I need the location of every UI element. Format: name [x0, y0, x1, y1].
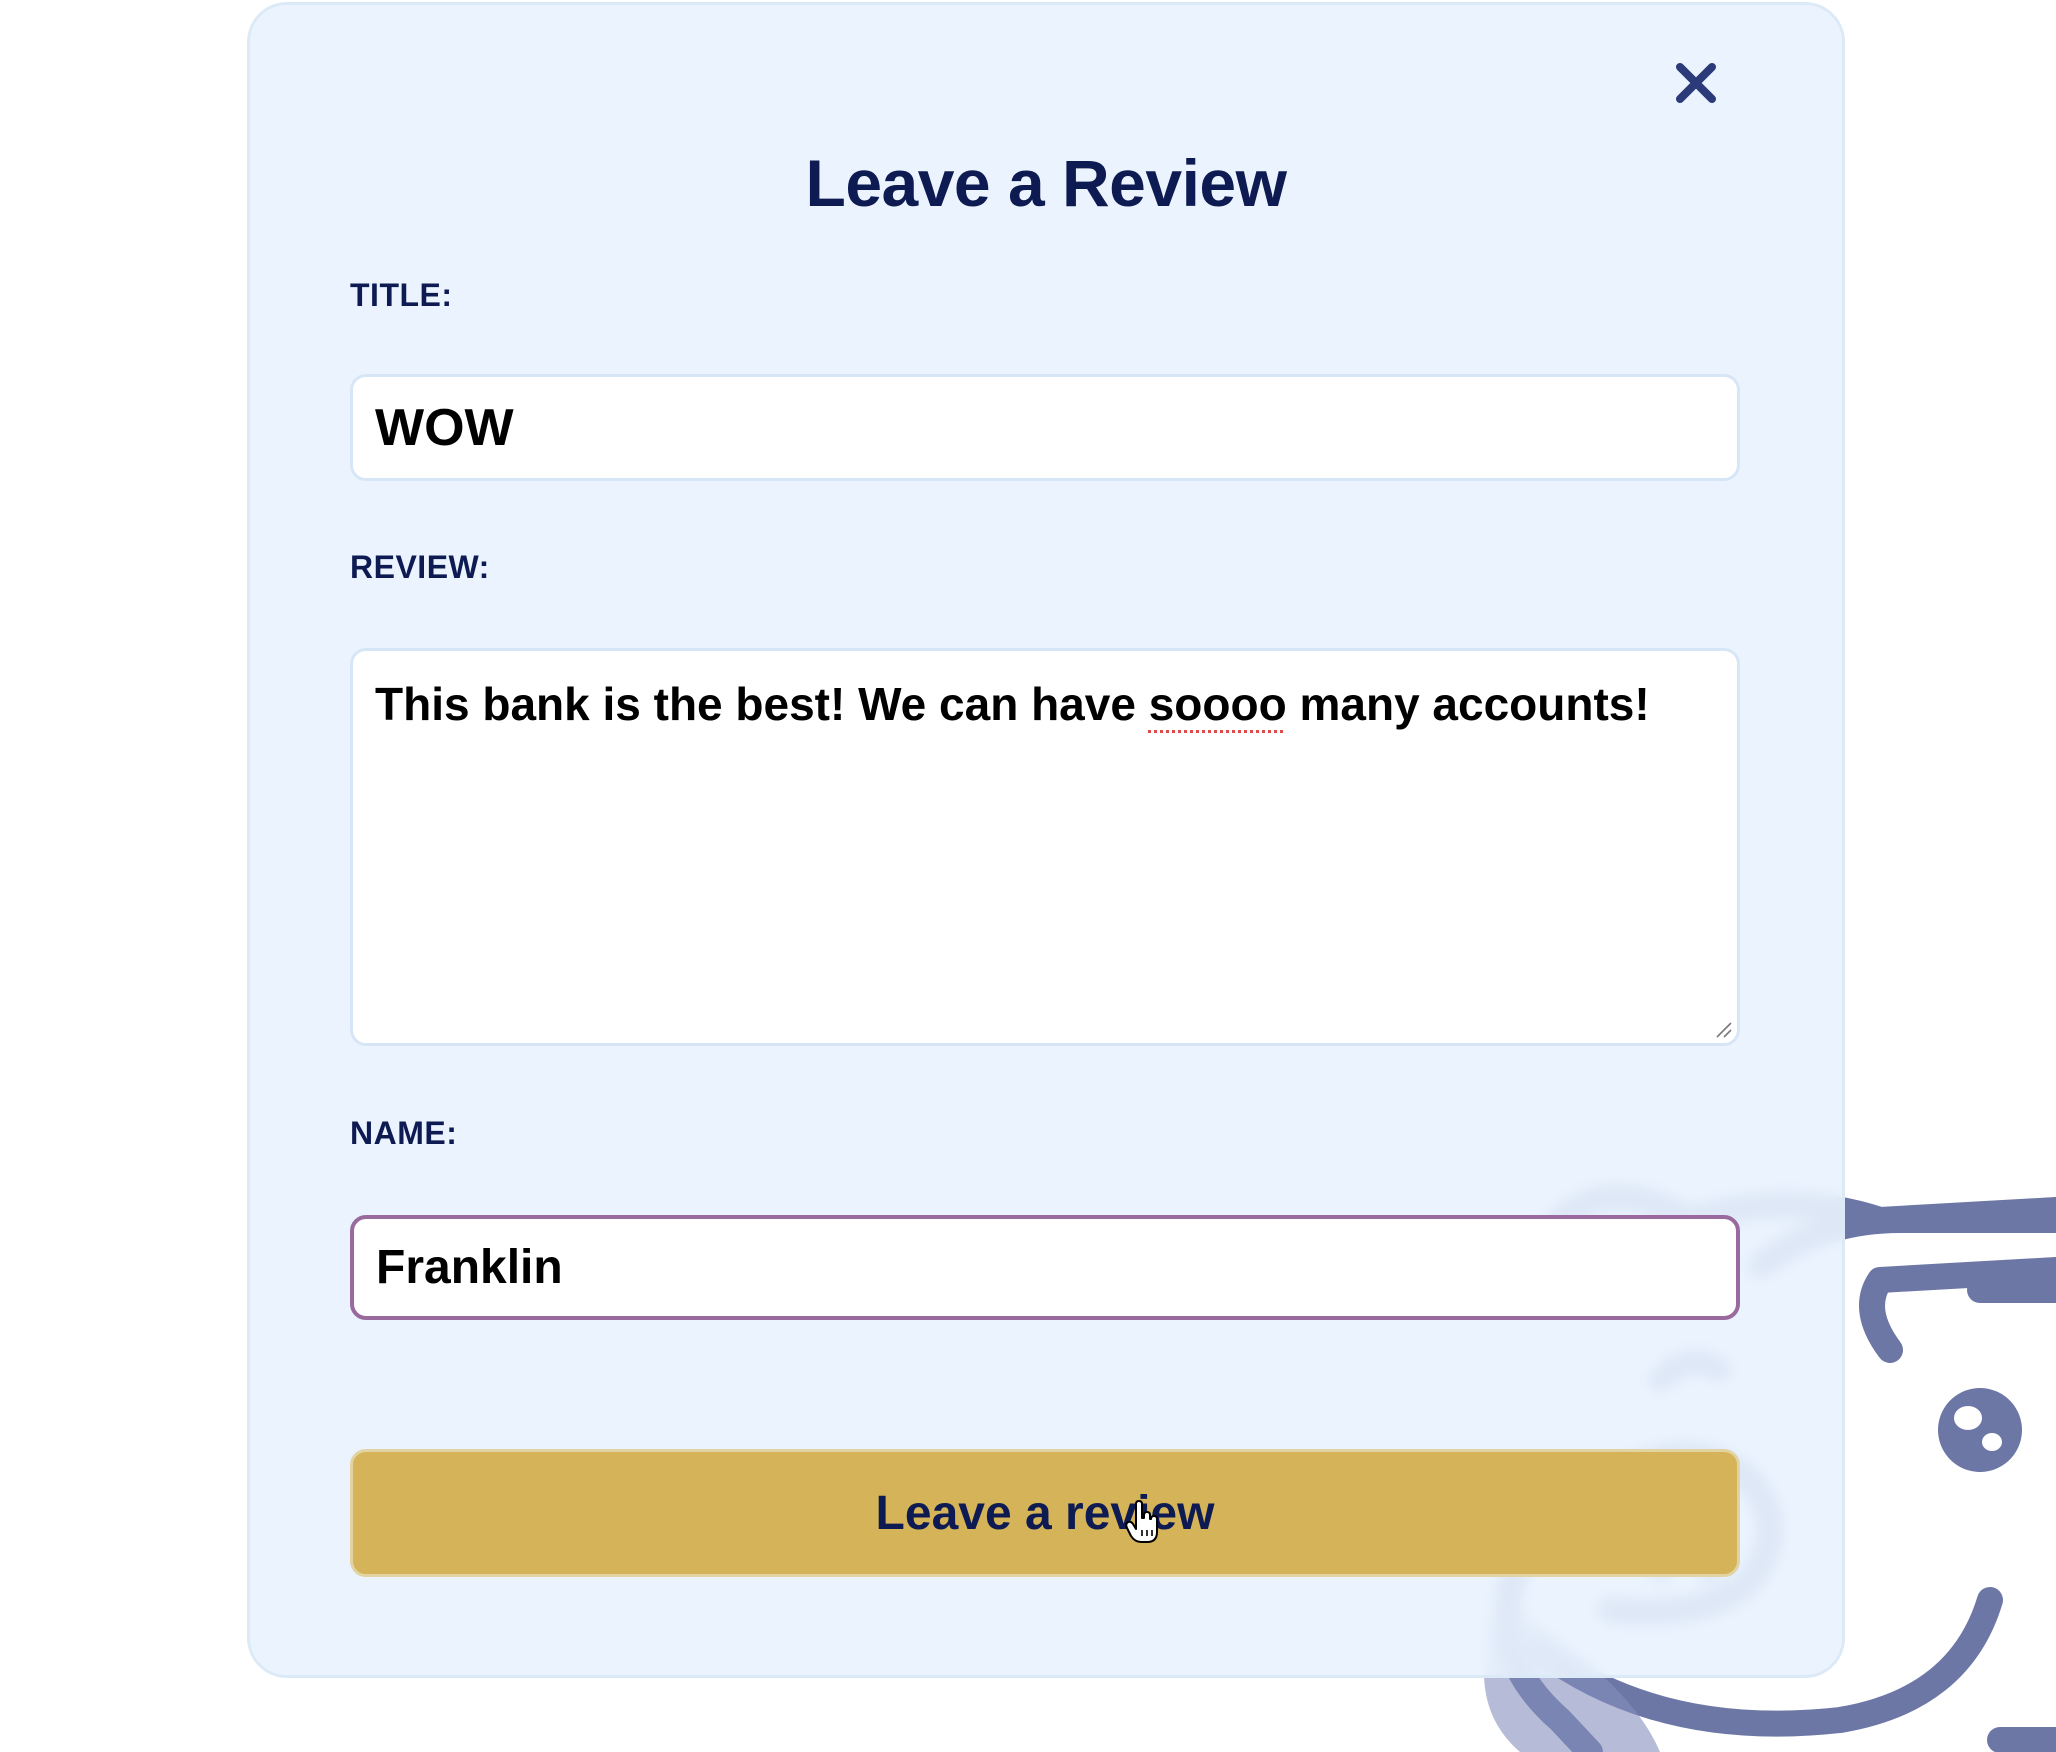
page: Leave a Review TITLE: WOW REVIEW: This b… [0, 0, 2056, 1752]
close-button[interactable] [1668, 55, 1724, 111]
title-input-value: WOW [375, 398, 514, 457]
review-text-start: This bank is the best! We can have [375, 678, 1149, 730]
resize-grip-icon[interactable] [1715, 1021, 1733, 1039]
title-input[interactable]: WOW [350, 374, 1740, 481]
close-icon [1676, 63, 1716, 103]
review-text-misspelled-word: soooo [1148, 678, 1287, 730]
name-label: NAME: [350, 1115, 458, 1151]
name-input-value: Franklin [376, 1241, 563, 1294]
review-text-end: many accounts! [1286, 678, 1650, 730]
modal-title: Leave a Review [805, 146, 1287, 220]
leave-review-button[interactable]: Leave a review [350, 1449, 1740, 1577]
review-modal: Leave a Review TITLE: WOW REVIEW: This b… [247, 2, 1845, 1678]
review-label: REVIEW: [350, 549, 490, 585]
name-input[interactable]: Franklin [350, 1215, 1740, 1320]
title-label: TITLE: [350, 277, 453, 313]
review-textarea[interactable]: This bank is the best! We can have soooo… [350, 648, 1740, 1046]
